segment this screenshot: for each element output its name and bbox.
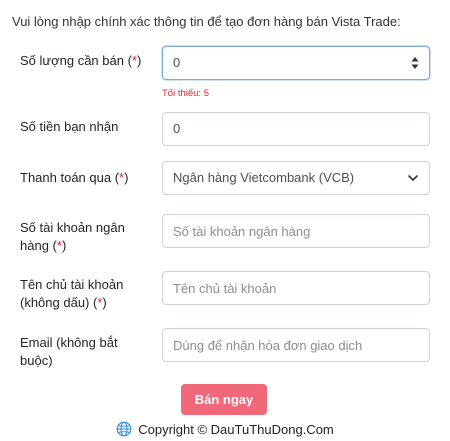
quantity-label: Số lượng cần bán (*) xyxy=(20,53,142,68)
quantity-min-hint: Tối thiểu: 5 xyxy=(162,88,209,99)
email-label: Email (không bắt buộc) xyxy=(20,335,118,368)
quantity-input[interactable]: 0 xyxy=(162,46,430,80)
amount-label: Số tiền bạn nhận xyxy=(20,119,119,134)
amount-received-field: 0 xyxy=(162,112,430,146)
email-input[interactable] xyxy=(162,328,430,362)
copyright-footer: Copyright © DauTuThuDong.Com xyxy=(0,417,450,441)
payment-label: Thanh toán qua (*) xyxy=(20,170,129,185)
sell-now-button[interactable]: Bán ngay xyxy=(181,384,267,415)
copyright-text: Copyright © DauTuThuDong.Com xyxy=(138,421,334,437)
account-number-input[interactable] xyxy=(162,214,430,248)
globe-icon xyxy=(116,421,132,437)
account-number-label: Số tài khoản ngân hàng (*) xyxy=(20,220,125,253)
form-intro: Vui lòng nhập chính xác thông tin để tạo… xyxy=(12,14,401,29)
account-name-label: Tên chủ tài khoản (không dấu) (*) xyxy=(20,277,124,310)
spinner-arrows-icon[interactable] xyxy=(411,56,419,70)
account-name-input[interactable] xyxy=(162,271,430,305)
payment-method-select[interactable]: Ngân hàng Vietcombank (VCB) xyxy=(162,161,430,195)
chevron-down-icon xyxy=(408,175,418,181)
